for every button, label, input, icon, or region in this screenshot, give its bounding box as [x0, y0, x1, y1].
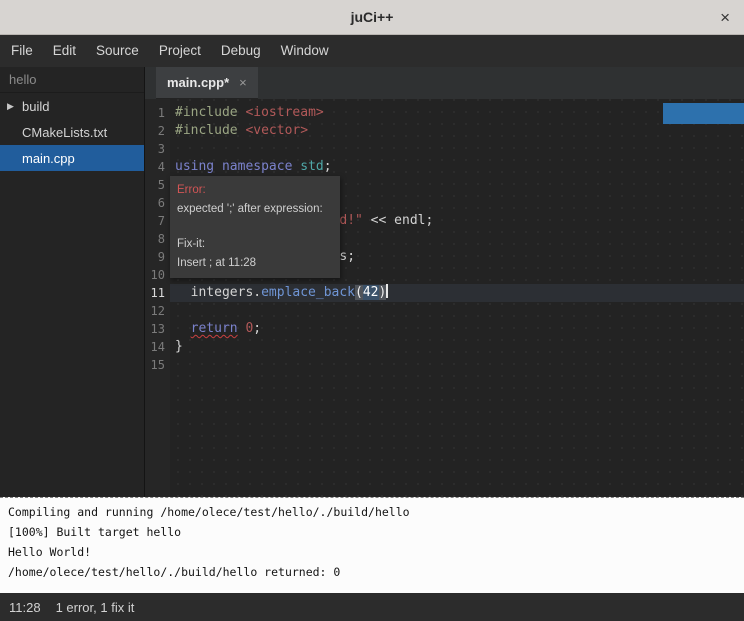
code-token: 42 [363, 285, 379, 300]
tooltip-fixit-message: Insert ; at 11:28 [177, 254, 333, 273]
line-number: 6 [145, 194, 170, 212]
tooltip-error-message: expected ';' after expression: [177, 200, 333, 219]
line-number: 3 [145, 140, 170, 158]
tab-label: main.cpp* [167, 75, 229, 90]
code-token: ) [379, 285, 387, 300]
text-cursor [386, 284, 388, 298]
code-token: using [175, 159, 214, 174]
code-token: ( [355, 285, 363, 300]
line-number: 7 [145, 212, 170, 230]
code-token: << endl; [363, 213, 433, 228]
code-line-1[interactable]: #include <iostream> [170, 104, 744, 122]
terminal-line: [100%] Built target hello [8, 522, 736, 542]
line-number: 8 [145, 230, 170, 248]
line-number: 14 [145, 338, 170, 356]
line-number: 2 [145, 122, 170, 140]
file-tree-panel: hello ▶build CMakeLists.txt main.cpp [0, 67, 145, 497]
tab-close-icon[interactable]: × [239, 75, 247, 90]
sidebar-item-main-cpp[interactable]: main.cpp [0, 145, 144, 171]
code-line-3[interactable] [170, 140, 744, 158]
window-title: juCi++ [351, 9, 394, 25]
code-token [175, 321, 191, 336]
expander-arrow-icon[interactable]: ▶ [0, 101, 22, 112]
code-line-11[interactable]: integers.emplace_back(42) [170, 284, 744, 302]
code-token: namespace [222, 159, 292, 174]
diagnostics-status: 1 error, 1 fix it [56, 600, 135, 615]
file-label: build [22, 99, 49, 114]
code-line-4[interactable]: using namespace std; [170, 158, 744, 176]
terminal-line: Compiling and running /home/olece/test/h… [8, 502, 736, 522]
code-line-14[interactable]: } [170, 338, 744, 356]
code-token: } [175, 339, 183, 354]
code-token: <vector> [245, 123, 308, 138]
line-number: 15 [145, 356, 170, 374]
code-line-13[interactable]: return 0; [170, 320, 744, 338]
code-token: <iostream> [245, 105, 323, 120]
project-name-header: hello [0, 67, 144, 93]
tooltip-spacer [177, 219, 333, 235]
menu-project[interactable]: Project [149, 35, 211, 67]
menu-window[interactable]: Window [271, 35, 339, 67]
line-number: 13 [145, 320, 170, 338]
output-terminal[interactable]: Compiling and running /home/olece/test/h… [0, 497, 744, 593]
cursor-position: 11:28 [9, 600, 41, 615]
line-number: 12 [145, 302, 170, 320]
scrollbar-thumb[interactable] [663, 103, 744, 124]
tab-main-cpp[interactable]: main.cpp* × [156, 67, 258, 99]
main-area: hello ▶build CMakeLists.txt main.cpp main.… [0, 67, 744, 497]
code-editor[interactable]: 123456789101112131415 #include <iostream… [145, 99, 744, 497]
menu-source[interactable]: Source [86, 35, 149, 67]
code-line-2[interactable]: #include <vector> [170, 122, 744, 140]
line-number: 4 [145, 158, 170, 176]
file-label: CMakeLists.txt [22, 125, 107, 140]
code-token: #include [175, 105, 245, 120]
line-number: 1 [145, 104, 170, 122]
terminal-line: /home/olece/test/hello/./build/hello ret… [8, 562, 736, 582]
code-line-12[interactable] [170, 302, 744, 320]
code-token: return [191, 321, 238, 336]
sidebar-item-cmakelists-txt[interactable]: CMakeLists.txt [0, 119, 144, 145]
code-token [214, 159, 222, 174]
sidebar-item-build[interactable]: ▶build [0, 93, 144, 119]
line-number: 9 [145, 248, 170, 266]
application-window: juCi++ × FileEditSourceProjectDebugWindo… [0, 0, 744, 621]
tab-bar: main.cpp* × [145, 67, 744, 99]
code-token: std [300, 159, 323, 174]
terminal-line: Hello World! [8, 542, 736, 562]
code-line-15[interactable] [170, 356, 744, 374]
menu-edit[interactable]: Edit [43, 35, 86, 67]
line-number-gutter: 123456789101112131415 [145, 99, 170, 497]
code-token: emplace_back [261, 285, 355, 300]
code-token: integers. [175, 285, 261, 300]
file-tree: ▶build CMakeLists.txt main.cpp [0, 93, 144, 171]
code-token: ; [324, 159, 332, 174]
menu-debug[interactable]: Debug [211, 35, 271, 67]
tooltip-fixit-label: Fix-it: [177, 235, 333, 254]
status-bar: 11:28 1 error, 1 fix it [0, 593, 744, 621]
menu-bar: FileEditSourceProjectDebugWindow [0, 35, 744, 67]
code-token: #include [175, 123, 245, 138]
file-label: main.cpp [22, 151, 75, 166]
menu-file[interactable]: File [1, 35, 43, 67]
titlebar[interactable]: juCi++ × [0, 0, 744, 35]
diagnostic-tooltip: Error: expected ';' after expression: Fi… [170, 176, 340, 278]
line-number: 11 [145, 284, 170, 302]
tooltip-error-label: Error: [177, 181, 333, 200]
editor-pane: main.cpp* × 123456789101112131415 #inclu… [145, 67, 744, 497]
code-token: ; [253, 321, 261, 336]
line-number: 10 [145, 266, 170, 284]
line-number: 5 [145, 176, 170, 194]
window-close-button[interactable]: × [720, 0, 730, 35]
